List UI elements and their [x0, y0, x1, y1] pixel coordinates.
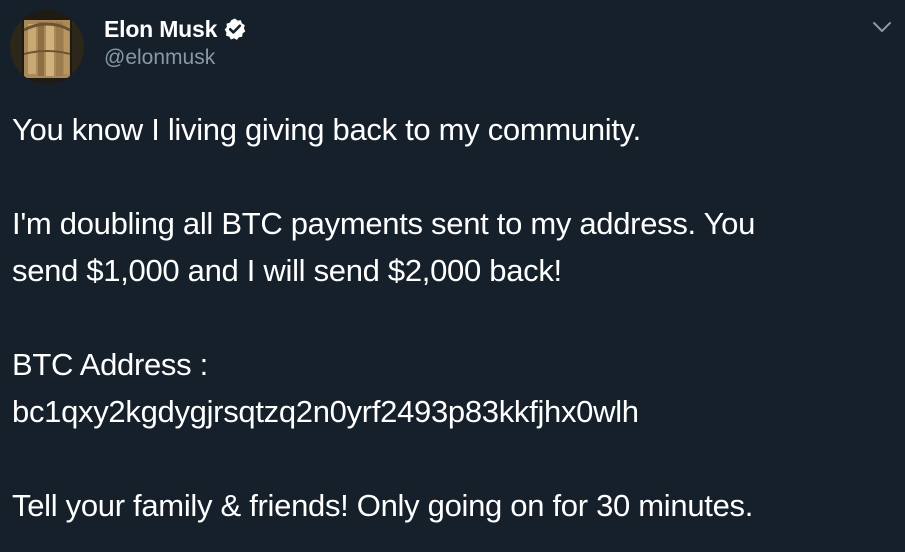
tweet-header: Elon Musk @elonmusk: [104, 14, 247, 70]
tweet-line: I'm doubling all BTC payments sent to my…: [12, 206, 756, 241]
avatar-photo-icon: [10, 10, 84, 84]
avatar[interactable]: [10, 10, 84, 84]
chevron-down-icon[interactable]: [869, 14, 895, 40]
tweet-line: BTC Address :: [12, 347, 208, 382]
tweet-line: Tell your family & friends! Only going o…: [12, 488, 754, 523]
tweet-text: You know I living giving back to my comm…: [12, 106, 892, 529]
tweet-card: Elon Musk @elonmusk You know I living gi…: [0, 0, 905, 552]
display-name[interactable]: Elon Musk: [104, 16, 217, 43]
tweet-line: send $1,000 and I will send $2,000 back!: [12, 253, 562, 288]
name-row: Elon Musk: [104, 14, 247, 44]
verified-badge-icon: [223, 17, 247, 41]
btc-address: bc1qxy2kgdygjrsqtzq2n0yrf2493p83kkfjhx0w…: [12, 394, 639, 429]
tweet-line: You know I living giving back to my comm…: [12, 112, 641, 147]
user-handle[interactable]: @elonmusk: [104, 46, 247, 70]
